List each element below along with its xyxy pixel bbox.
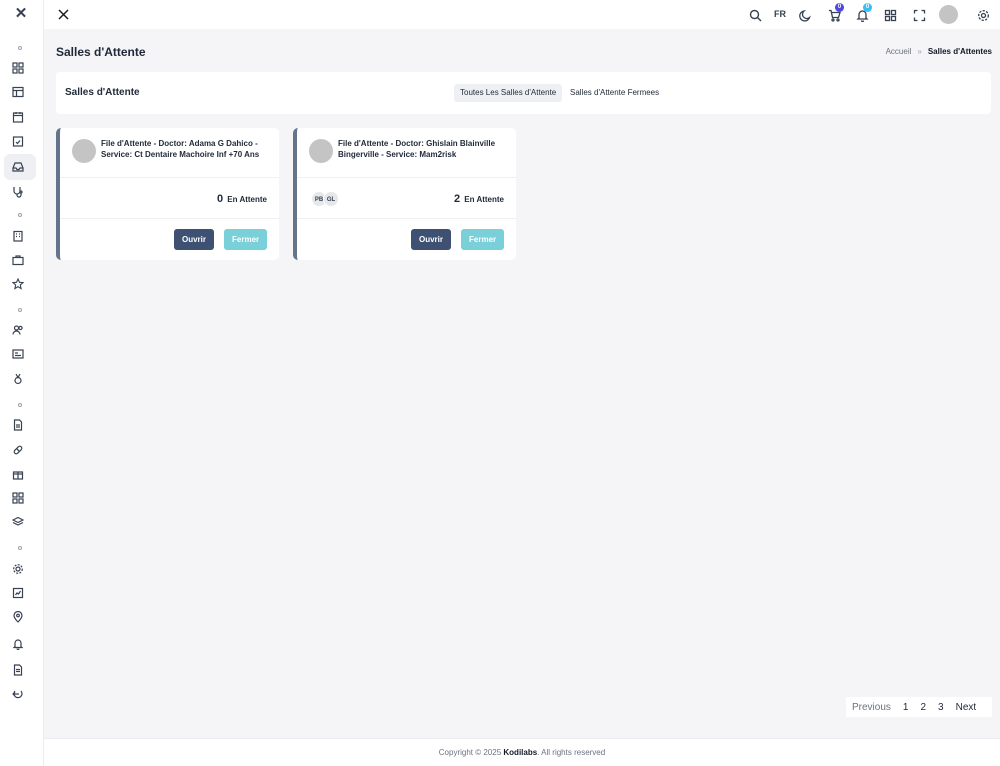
- breadcrumb-separator: »: [917, 47, 922, 56]
- pagination-previous[interactable]: Previous: [846, 702, 897, 713]
- close-button[interactable]: Fermer: [461, 229, 505, 250]
- file-icon[interactable]: [11, 663, 25, 677]
- apps-icon[interactable]: [11, 491, 25, 505]
- patient-chips: PB GL: [311, 191, 339, 207]
- tab-all-waiting-rooms[interactable]: Toutes Les Salles d'Attente: [454, 84, 563, 102]
- user-avatar[interactable]: [939, 5, 958, 24]
- pills-icon[interactable]: [11, 443, 25, 457]
- search-icon[interactable]: [748, 8, 762, 22]
- section-dot: [18, 213, 22, 217]
- footer-brand[interactable]: Kodilabs: [503, 748, 537, 757]
- notification-badge: 0: [863, 3, 872, 12]
- queue-card-header: File d'Attente - Doctor: Ghislain Blainv…: [297, 128, 516, 178]
- users-icon[interactable]: [11, 323, 25, 337]
- logout-icon[interactable]: [11, 687, 25, 701]
- section-dot: [18, 546, 22, 550]
- pagination-next[interactable]: Next: [950, 702, 983, 713]
- queue-card: File d'Attente - Doctor: Ghislain Blainv…: [293, 128, 516, 260]
- apps-grid-icon[interactable]: [883, 8, 897, 22]
- location-pin-icon[interactable]: [11, 610, 25, 624]
- language-selector[interactable]: FR: [774, 9, 786, 19]
- stethoscope-icon[interactable]: [11, 185, 25, 199]
- close-button[interactable]: Fermer: [224, 229, 268, 250]
- waiting-rooms-header-card: Salles d'Attente Toutes Les Salles d'Att…: [56, 72, 991, 114]
- footer: Copyright © 2025 Kodilabs. All rights re…: [44, 738, 1000, 766]
- gear-icon[interactable]: [11, 562, 25, 576]
- layers-icon[interactable]: [11, 515, 25, 529]
- calendar-icon[interactable]: [11, 110, 25, 124]
- section-dot: [18, 46, 22, 50]
- calendar-check-icon[interactable]: [11, 134, 25, 148]
- queue-card-body: 0 En Attente: [60, 179, 279, 219]
- top-bar: FR 0 0: [44, 0, 1000, 29]
- footer-copyright: Copyright © 2025: [438, 748, 502, 757]
- section-dot: [18, 403, 22, 407]
- close-icon[interactable]: [56, 7, 70, 21]
- queue-card: File d'Attente - Doctor: Adama G Dahico …: [56, 128, 279, 260]
- fullscreen-icon[interactable]: [912, 8, 926, 22]
- pagination-page-2[interactable]: 2: [914, 702, 932, 713]
- breadcrumb: Accueil » Salles d'Attentes: [886, 47, 992, 56]
- dashboard-icon[interactable]: [11, 61, 25, 75]
- footer-rights: . All rights reserved: [537, 748, 606, 757]
- queue-card-header: File d'Attente - Doctor: Adama G Dahico …: [60, 128, 279, 178]
- breadcrumb-home[interactable]: Accueil: [886, 47, 912, 56]
- open-button[interactable]: Ouvrir: [411, 229, 452, 250]
- waiting-count: 0 En Attente: [217, 193, 267, 205]
- id-card-icon[interactable]: [11, 347, 25, 361]
- patient-chip[interactable]: GL: [323, 191, 339, 207]
- sidebar: ✕: [0, 0, 44, 766]
- medal-icon[interactable]: [11, 372, 25, 386]
- doctor-avatar: [309, 139, 333, 163]
- waiting-count-label: En Attente: [227, 195, 267, 204]
- settings-gear-icon[interactable]: [976, 8, 990, 22]
- building-icon[interactable]: [11, 229, 25, 243]
- pagination-page-3[interactable]: 3: [932, 702, 950, 713]
- section-dot: [18, 308, 22, 312]
- pagination-page-1[interactable]: 1: [897, 702, 915, 713]
- moon-icon[interactable]: [798, 8, 812, 22]
- open-button[interactable]: Ouvrir: [174, 229, 215, 250]
- tab-closed-waiting-rooms[interactable]: Salles d'Attente Fermees: [564, 84, 665, 102]
- doctor-avatar: [72, 139, 96, 163]
- queue-card-body: PB GL 2 En Attente: [297, 179, 516, 219]
- section-title: Salles d'Attente: [65, 87, 140, 98]
- inbox-icon[interactable]: [11, 160, 25, 174]
- waiting-count: 2 En Attente: [454, 193, 504, 205]
- cart-badge: 0: [835, 3, 844, 12]
- waiting-count-value: 2: [453, 193, 461, 205]
- gift-icon[interactable]: [11, 467, 25, 481]
- bell-icon[interactable]: [11, 637, 25, 651]
- document-icon[interactable]: [11, 418, 25, 432]
- star-icon[interactable]: [11, 277, 25, 291]
- pagination: Previous 1 2 3 Next: [846, 697, 992, 717]
- queue-name: File d'Attente - Doctor: Adama G Dahico …: [101, 139, 260, 159]
- waiting-count-label: En Attente: [464, 195, 504, 204]
- briefcase-icon[interactable]: [11, 253, 25, 267]
- page-title: Salles d'Attente: [56, 45, 146, 59]
- queue-name: File d'Attente - Doctor: Ghislain Blainv…: [338, 139, 496, 159]
- breadcrumb-current: Salles d'Attentes: [927, 47, 992, 56]
- waiting-count-value: 0: [216, 193, 224, 205]
- table-icon[interactable]: [11, 85, 25, 99]
- app-logo[interactable]: ✕: [12, 6, 30, 22]
- report-icon[interactable]: [11, 586, 25, 600]
